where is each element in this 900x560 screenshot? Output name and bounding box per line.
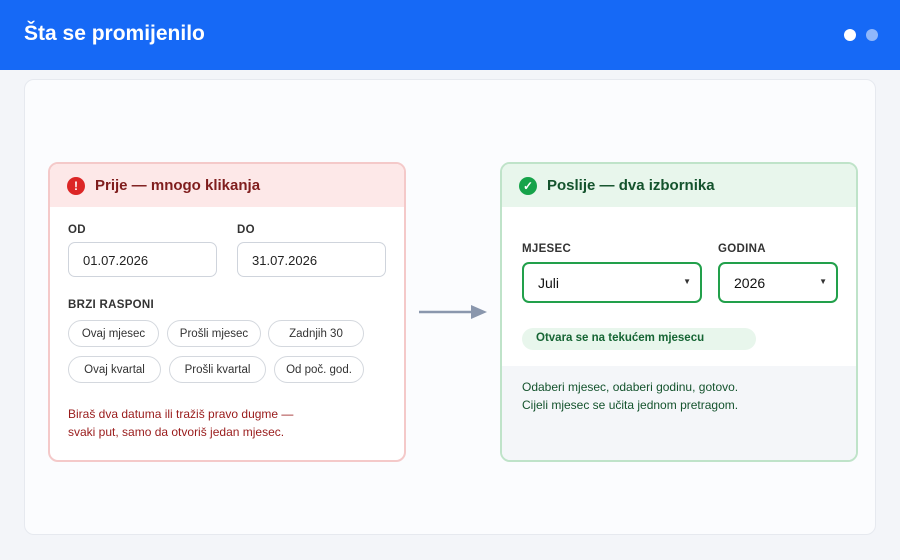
month-label: MJESEC	[522, 243, 572, 255]
caret-down-icon: ▼	[683, 277, 691, 286]
year-select-value: 2026	[734, 275, 766, 291]
header-bar: Šta se promijenilo	[0, 0, 900, 70]
chip-last-quarter[interactable]: Prošli kvartal	[169, 356, 266, 383]
error-icon: !	[67, 176, 85, 195]
month-select-value: Juli	[538, 275, 560, 291]
to-label: DO	[237, 224, 255, 236]
month-select[interactable]: Juli ▼	[522, 262, 702, 303]
chip-last-month[interactable]: Prošli mjesec	[167, 320, 261, 347]
before-note-line-1: Biraš dva datuma ili tražiš pravo dugme …	[68, 407, 294, 421]
comparison-stage: ! Prije — mnogo klikanja OD 01.07.2026 D…	[24, 79, 876, 535]
chip-this-month[interactable]: Ovaj mjesec	[68, 320, 159, 347]
window-dot-active[interactable]	[844, 29, 856, 41]
from-label: OD	[68, 224, 86, 236]
before-card: ! Prije — mnogo klikanja OD 01.07.2026 D…	[48, 162, 406, 462]
caret-down-icon: ▼	[819, 277, 827, 286]
after-note-line-2: Cijeli mjesec se učita jednom pretragom.	[522, 398, 739, 412]
to-date-field[interactable]: 31.07.2026	[237, 242, 386, 277]
before-note: Biraš dva datuma ili tražiš pravo dugme …	[68, 405, 368, 441]
chip-last-30[interactable]: Zadnjih 30	[268, 320, 364, 347]
chip-year-to-date[interactable]: Od poč. god.	[274, 356, 364, 383]
current-month-badge: Otvara se na tekućem mjesecu	[522, 328, 756, 350]
page-title: Šta se promijenilo	[24, 22, 205, 45]
after-note: Odaberi mjesec, odaberi godinu, gotovo. …	[522, 378, 738, 414]
quick-ranges-label: BRZI RASPONI	[68, 299, 155, 311]
before-card-header: ! Prije — mnogo klikanja	[50, 164, 404, 207]
from-date-field[interactable]: 01.07.2026	[68, 242, 217, 277]
after-note-line-1: Odaberi mjesec, odaberi godinu, gotovo.	[522, 380, 739, 394]
after-footer: Odaberi mjesec, odaberi godinu, gotovo. …	[502, 366, 856, 460]
before-note-line-2: svaki put, samo da otvoriš jedan mjesec.	[68, 425, 285, 439]
after-card-title: Poslije — dva izbornika	[547, 177, 715, 194]
chip-this-quarter[interactable]: Ovaj kvartal	[68, 356, 161, 383]
year-label: GODINA	[718, 243, 766, 255]
check-circle-icon: ✓	[519, 176, 537, 195]
year-select[interactable]: 2026 ▼	[718, 262, 838, 303]
before-card-title: Prije — mnogo klikanja	[95, 177, 261, 194]
after-card-header: ✓ Poslije — dva izbornika	[502, 164, 856, 207]
window-dot-inactive[interactable]	[866, 29, 878, 41]
arrow-right-icon	[419, 305, 487, 319]
after-card: ✓ Poslije — dva izbornika MJESEC Juli ▼ …	[500, 162, 858, 462]
